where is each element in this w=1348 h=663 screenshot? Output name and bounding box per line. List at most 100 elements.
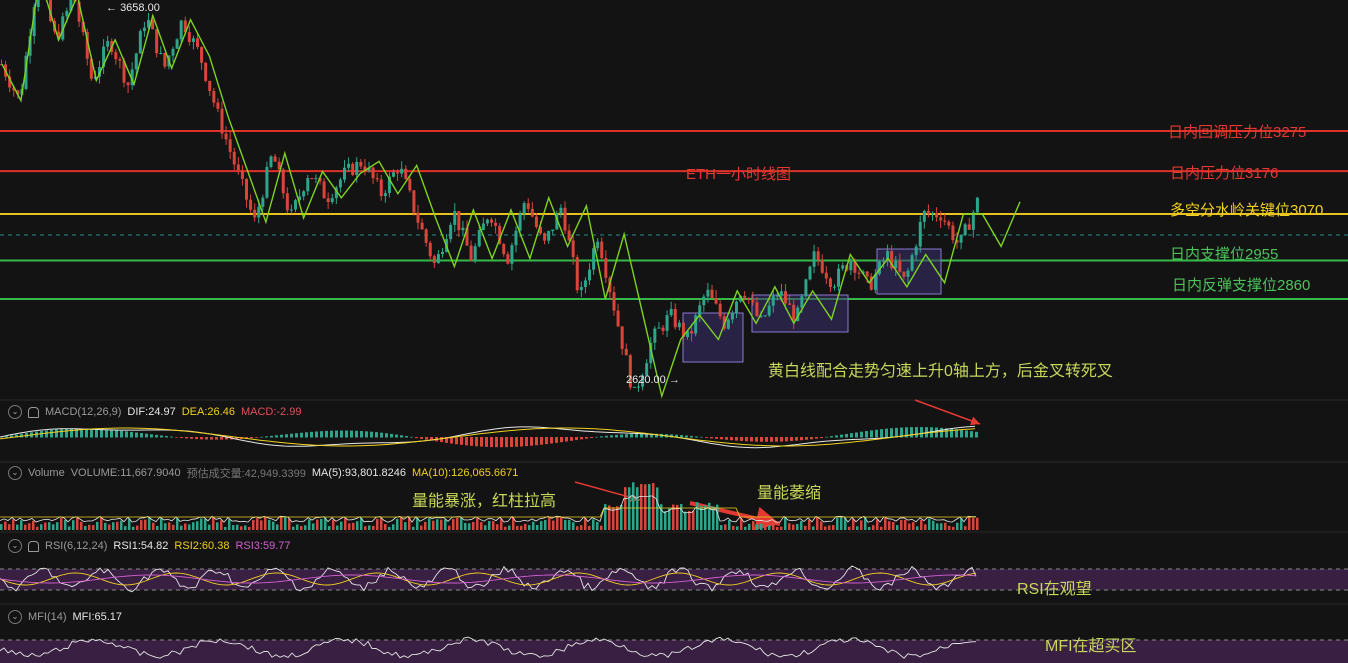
macd-bar <box>485 437 488 447</box>
candle-body <box>975 197 979 213</box>
volume-bar <box>920 519 923 530</box>
candle-body <box>343 167 346 180</box>
volume-bar <box>28 523 31 530</box>
candle-body <box>828 278 832 288</box>
macd-bar <box>95 428 98 438</box>
volume-bar <box>8 524 11 530</box>
candle-body <box>604 258 608 278</box>
macd-bar <box>875 429 878 438</box>
candle-body <box>453 211 457 225</box>
volume-bar <box>752 521 755 530</box>
candle-body <box>922 210 926 222</box>
candle-body <box>726 319 730 329</box>
volume-bar <box>44 522 47 530</box>
candle-body <box>294 200 297 210</box>
volume-bar <box>292 526 295 530</box>
volume-bar <box>32 520 35 530</box>
volume-bar <box>924 524 927 530</box>
macd-bar <box>915 427 918 438</box>
candle-body <box>245 178 248 200</box>
volume-bar <box>536 524 539 530</box>
candle-body <box>918 221 922 247</box>
candle-body <box>971 212 975 230</box>
volume-bar <box>372 525 375 530</box>
volume-bar <box>140 520 143 530</box>
collapse-icon[interactable]: ⌄ <box>8 610 22 624</box>
volume-bar <box>104 522 107 530</box>
collapse-icon[interactable]: ⌄ <box>8 405 22 419</box>
volume-bar <box>456 517 459 530</box>
volume-bar <box>788 523 791 530</box>
candle-body <box>837 268 841 287</box>
rsi-1: RSI1:54.82 <box>113 540 169 552</box>
volume-bar <box>164 523 167 530</box>
candle-body <box>424 229 428 243</box>
volume-bar <box>0 524 3 530</box>
bell-icon[interactable] <box>28 540 39 552</box>
volume-bar <box>720 525 723 530</box>
macd-bar <box>325 430 328 438</box>
macd-bar <box>560 437 563 443</box>
rsi-annotation: RSI在观望 <box>1017 581 1092 598</box>
candle-body <box>142 27 146 32</box>
macd-bar <box>555 437 558 443</box>
volume-bar <box>396 518 399 530</box>
macd-bar <box>940 427 943 438</box>
volume-bar <box>52 524 55 530</box>
volume-bar <box>804 525 807 530</box>
volume-header: ⌄ Volume VOLUME:11,667.9040 预估成交量:42,949… <box>8 465 518 481</box>
volume-bar <box>444 519 447 530</box>
volume-bar <box>84 525 87 530</box>
volume-bar <box>756 524 759 530</box>
candle-body <box>420 222 424 230</box>
collapse-icon[interactable]: ⌄ <box>8 466 22 480</box>
candle-body <box>775 295 779 297</box>
volume-bar <box>476 518 479 530</box>
volume-bar <box>236 524 239 530</box>
volume-ma5: MA(5):93,801.8246 <box>311 467 406 479</box>
macd-bar <box>210 437 213 440</box>
macd-bar <box>595 436 598 438</box>
candle-body <box>240 170 244 179</box>
macd-bar <box>740 437 743 441</box>
volume-bar <box>960 518 963 530</box>
volume-bar <box>748 523 751 530</box>
macd-bar <box>65 428 68 438</box>
candle-body <box>812 251 816 267</box>
volume-bar <box>480 522 483 530</box>
volume-bar <box>824 526 827 530</box>
candle-body <box>359 161 363 167</box>
macd-bar <box>465 437 468 446</box>
candle-body <box>914 246 918 256</box>
volume-bar <box>192 522 195 530</box>
volume-bar <box>336 525 339 530</box>
macd-bar <box>695 436 698 438</box>
candle-body <box>518 213 522 231</box>
volume-bar <box>148 517 151 530</box>
collapse-icon[interactable]: ⌄ <box>8 539 22 553</box>
candle-body <box>632 386 636 388</box>
volume-bar <box>340 521 343 530</box>
macd-bar <box>750 437 753 442</box>
candle-body <box>567 230 571 241</box>
volume-bar <box>404 522 407 530</box>
volume-bar <box>344 518 347 530</box>
volume-bar <box>76 517 79 530</box>
candle-body <box>547 231 551 241</box>
candle-body <box>816 251 820 261</box>
volume-bar <box>944 522 947 530</box>
volume-bar <box>120 520 123 530</box>
bell-icon[interactable] <box>28 406 39 418</box>
macd-bar <box>530 437 533 446</box>
candle-body <box>771 295 775 306</box>
macd-bar <box>165 436 168 438</box>
candle-body <box>902 271 906 277</box>
volume-bar <box>736 526 739 530</box>
candle-body <box>412 190 416 213</box>
macd-bar <box>545 437 548 445</box>
candle-body <box>637 386 640 388</box>
mfi-name: MFI(14) <box>28 611 67 623</box>
volume-bar <box>204 518 207 530</box>
macd-header: ⌄ MACD(12,26,9) DIF:24.97 DEA:26.46 MACD… <box>8 404 301 420</box>
candle-body <box>808 266 812 280</box>
